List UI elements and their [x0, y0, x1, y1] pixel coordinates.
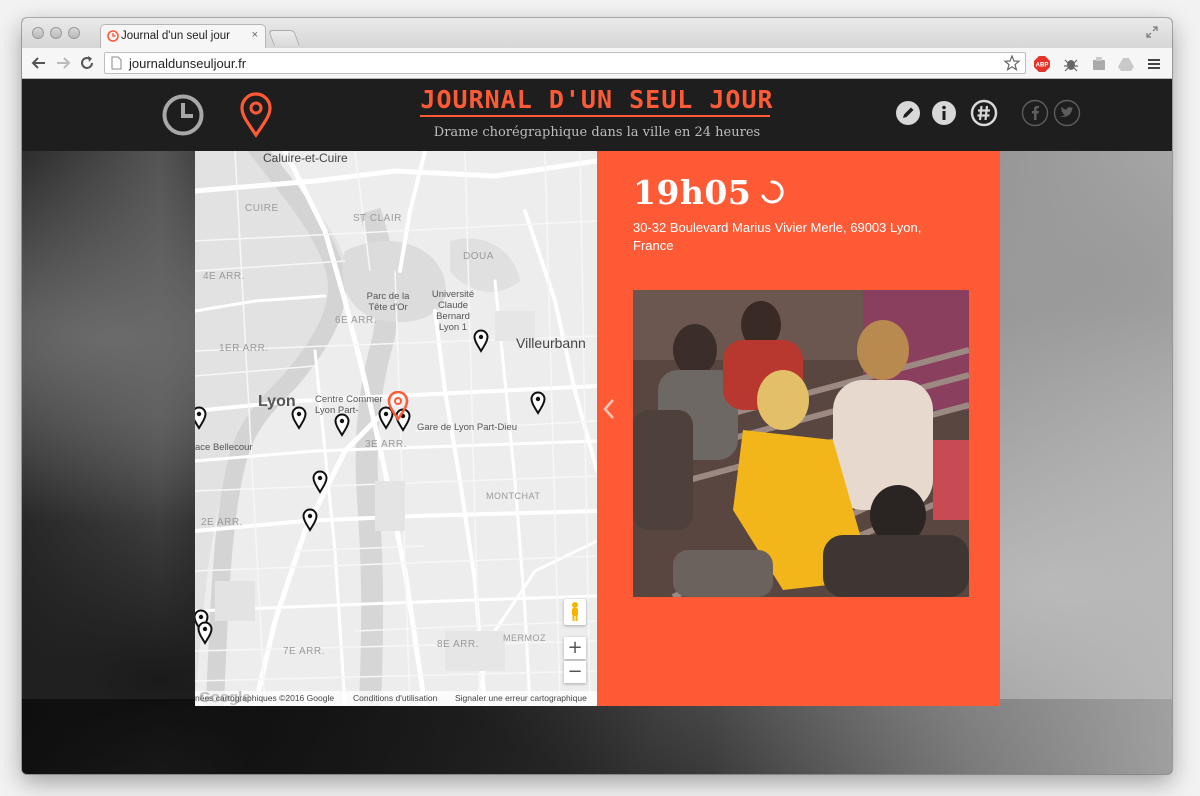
map-poi-label: Université Claude Bernard Lyon 1: [431, 289, 475, 333]
map-district-label: DOUA: [463, 251, 494, 262]
loading-spinner-icon: [761, 180, 784, 204]
bookmark-star-icon[interactable]: [1003, 54, 1021, 72]
svg-text:ABP: ABP: [1036, 63, 1049, 69]
map-footer: nées cartographiques ©2016 Google Condit…: [195, 691, 597, 706]
map-district-label: 1ER ARR.: [219, 343, 269, 354]
map-marker-icon[interactable]: [312, 470, 328, 494]
menu-icon[interactable]: [1145, 55, 1163, 73]
map-marker-icon[interactable]: [334, 413, 350, 437]
map-city-label: Caluire-et-Cuire: [263, 151, 348, 165]
map-city-label: Lyon: [258, 393, 296, 410]
map-city-label: Villeurbann: [516, 335, 586, 351]
map-marker-icon[interactable]: [302, 508, 318, 532]
site-header: JOURNAL D'UN SEUL JOUR Drame chorégraphi…: [22, 79, 1172, 151]
drive-icon[interactable]: [1117, 55, 1135, 73]
map-poi-label: Gare de Lyon Part-Dieu: [417, 422, 517, 433]
map-marker-icon[interactable]: [473, 329, 489, 353]
tab-strip: Journal d'un seul jour ×: [22, 18, 1172, 48]
google-logo: Google: [199, 689, 251, 706]
chevron-left-icon[interactable]: [601, 397, 617, 421]
event-panel: 19h05 30-32 Boulevard Marius Vivier Merl…: [597, 151, 1000, 706]
hashtag-icon[interactable]: [970, 99, 998, 127]
abp-icon[interactable]: ABP: [1033, 55, 1051, 73]
street-view-pegman-icon[interactable]: [564, 599, 586, 625]
title-underline: [420, 115, 770, 117]
address-bar[interactable]: journaldunseuljour.fr: [104, 52, 1026, 74]
map-report-link[interactable]: Signaler une erreur cartographique: [455, 691, 587, 706]
pencil-icon[interactable]: [894, 99, 922, 127]
map-marker-icon[interactable]: [195, 406, 207, 430]
site-title[interactable]: JOURNAL D'UN SEUL JOUR: [22, 85, 1172, 114]
map-district-label: 7E ARR.: [283, 646, 325, 657]
event-time: 19h05: [633, 173, 752, 212]
event-address: 30-32 Boulevard Marius Vivier Merle, 690…: [633, 220, 922, 253]
map-district-label: 4E ARR.: [203, 271, 245, 282]
info-icon[interactable]: [930, 99, 958, 127]
url-text: journaldunseuljour.fr: [129, 56, 247, 71]
forward-arrow-icon[interactable]: [54, 54, 72, 72]
minimize-window-button[interactable]: [50, 27, 62, 39]
browser-toolbar: journaldunseuljour.fr ABP: [22, 48, 1172, 79]
map-poi-label: ace Bellecour: [195, 442, 253, 453]
zoom-window-button[interactable]: [68, 27, 80, 39]
fullscreen-icon[interactable]: [1146, 26, 1158, 38]
background-shade: [22, 699, 1172, 774]
map-marker-icon[interactable]: [197, 621, 213, 645]
browser-tab[interactable]: Journal d'un seul jour ×: [100, 24, 266, 48]
active-map-marker-icon[interactable]: [387, 391, 409, 421]
twitter-icon[interactable]: [1053, 99, 1081, 127]
map-district-label: 6E ARR.: [335, 315, 377, 326]
zoom-out-button[interactable]: −: [564, 661, 586, 683]
puzzle-icon[interactable]: [1090, 55, 1108, 73]
back-arrow-icon[interactable]: [30, 54, 48, 72]
bug-icon[interactable]: [1062, 55, 1080, 73]
reload-icon[interactable]: [78, 54, 96, 72]
map-district-label: MONTCHAT: [486, 491, 541, 501]
browser-window: Journal d'un seul jour × journaldunseulj…: [22, 18, 1172, 774]
map-district-label: ST CLAIR: [353, 213, 402, 224]
city-map[interactable]: Caluire-et-Cuire CUIRE ST CLAIR DOUA 4E …: [195, 151, 597, 706]
map-marker-icon[interactable]: [530, 391, 546, 415]
map-district-label: 8E ARR.: [437, 639, 479, 650]
facebook-icon[interactable]: [1021, 99, 1049, 127]
zoom-in-button[interactable]: +: [564, 637, 586, 659]
tab-close-icon[interactable]: ×: [252, 29, 258, 41]
web-page: JOURNAL D'UN SEUL JOUR Drame chorégraphi…: [22, 79, 1172, 774]
map-terms-link[interactable]: Conditions d'utilisation: [353, 691, 437, 706]
site-subtitle: Drame chorégraphique dans la ville en 24…: [433, 125, 761, 140]
close-window-button[interactable]: [32, 27, 44, 39]
event-photo[interactable]: [633, 290, 969, 597]
map-district-label: 2E ARR.: [201, 517, 243, 528]
map-poi-label: Parc de la Tête d'Or: [366, 291, 410, 313]
tab-title: Journal d'un seul jour: [121, 30, 230, 42]
clock-favicon-icon: [107, 30, 119, 42]
map-district-label: MERMOZ: [503, 633, 546, 643]
map-district-label: 3E ARR.: [365, 439, 407, 450]
map-district-label: CUIRE: [245, 203, 279, 214]
page-icon: [111, 56, 122, 70]
map-marker-icon[interactable]: [291, 406, 307, 430]
new-tab-button[interactable]: [268, 30, 300, 46]
